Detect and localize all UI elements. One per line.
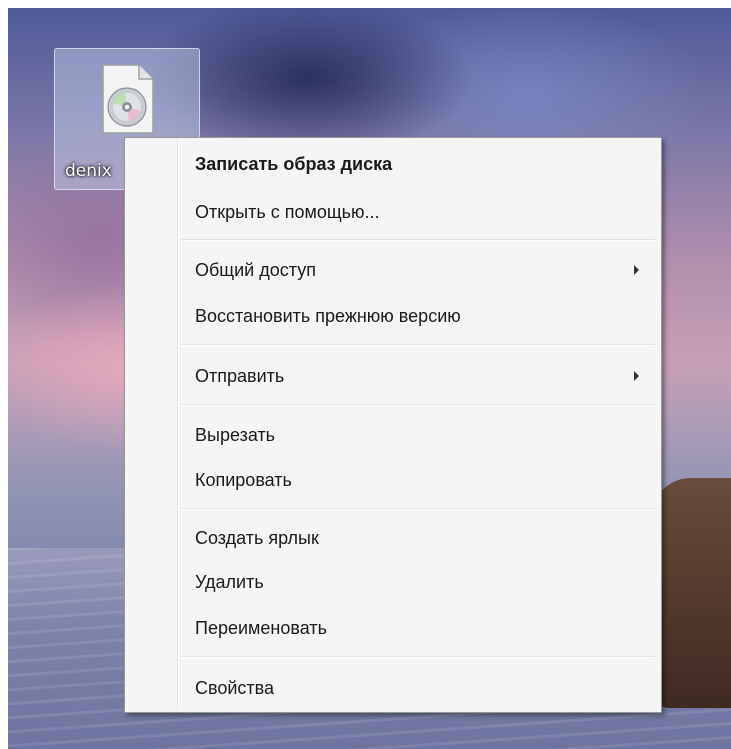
- desktop-file-label: denix: [65, 161, 112, 181]
- menu-separator: [181, 508, 655, 510]
- menu-item-open-with[interactable]: Открыть с помощью...: [195, 192, 649, 232]
- menu-item-label: Записать образ диска: [195, 154, 393, 174]
- menu-item-label: Общий доступ: [195, 260, 316, 280]
- menu-item-label: Копировать: [195, 470, 292, 490]
- menu-separator: [181, 344, 655, 346]
- menu-item-label: Создать ярлык: [195, 528, 319, 548]
- menu-item-copy[interactable]: Копировать: [195, 460, 649, 500]
- wallpaper-rocks: [651, 478, 731, 708]
- menu-item-label: Отправить: [195, 366, 285, 386]
- menu-item-create-shortcut[interactable]: Создать ярлык: [195, 518, 649, 558]
- menu-separator: [181, 404, 655, 406]
- menu-item-label: Свойства: [195, 678, 275, 698]
- menu-separator: [181, 656, 655, 658]
- menu-item-label: Переименовать: [195, 618, 327, 638]
- menu-item-burn-disc-image[interactable]: Записать образ диска: [195, 144, 649, 184]
- disc-image-icon: [102, 64, 154, 134]
- menu-item-label: Восстановить прежнюю версию: [195, 306, 461, 326]
- context-menu: Записать образ диска Открыть с помощью..…: [124, 137, 662, 713]
- menu-item-properties[interactable]: Свойства: [195, 668, 649, 708]
- submenu-arrow-icon: [634, 265, 639, 275]
- menu-icon-gutter: [177, 140, 179, 710]
- menu-item-label: Открыть с помощью...: [195, 202, 380, 222]
- menu-item-send-to[interactable]: Отправить: [195, 356, 649, 396]
- menu-item-restore-previous-version[interactable]: Восстановить прежнюю версию: [195, 296, 649, 336]
- menu-item-label: Удалить: [195, 572, 264, 592]
- menu-item-cut[interactable]: Вырезать: [195, 415, 649, 455]
- menu-separator: [181, 239, 655, 241]
- submenu-arrow-icon: [634, 371, 639, 381]
- menu-item-share-with[interactable]: Общий доступ: [195, 250, 649, 290]
- menu-item-label: Вырезать: [195, 425, 276, 445]
- menu-item-delete[interactable]: Удалить: [195, 562, 649, 602]
- menu-item-rename[interactable]: Переименовать: [195, 608, 649, 648]
